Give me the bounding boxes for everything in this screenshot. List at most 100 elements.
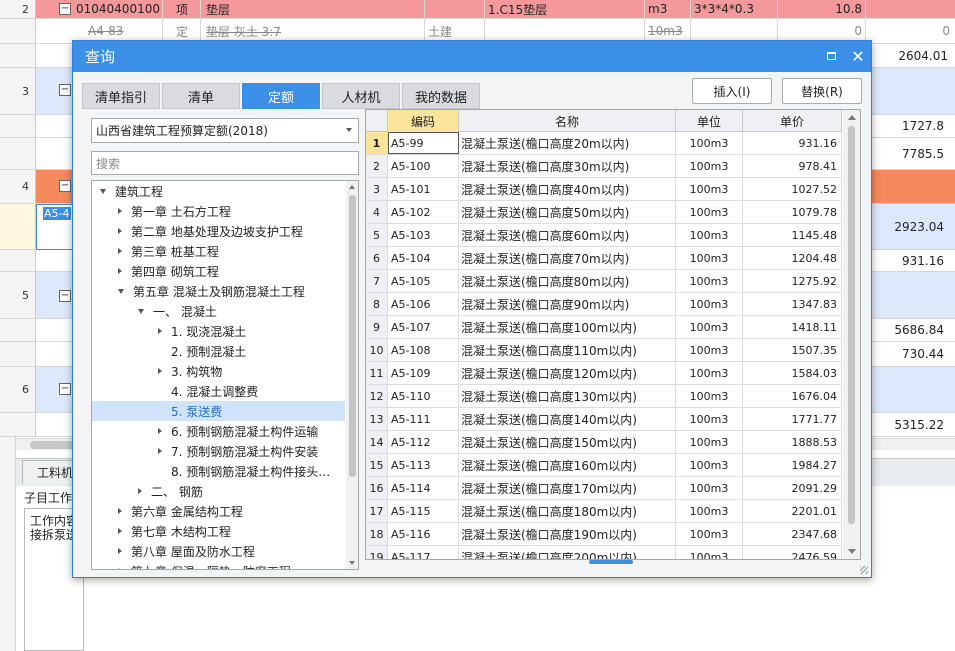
scroll-thumb[interactable] (848, 126, 855, 524)
tree-node[interactable]: 第三章 桩基工程 (92, 241, 345, 261)
table-row[interactable]: 10 A5-108 混凝土泵送(檐口高度110m以内) 100m3 1507.35 (366, 339, 842, 362)
tree-node[interactable]: 第二章 地基处理及边坡支护工程 (92, 221, 345, 241)
table-row[interactable]: 7 A5-105 混凝土泵送(檐口高度80m以内) 100m3 1275.92 (366, 270, 842, 293)
table-row[interactable]: 11 A5-109 混凝土泵送(檐口高度120m以内) 100m3 1584.03 (366, 362, 842, 385)
row-number: 5 (366, 224, 388, 246)
tree-scrollbar[interactable] (346, 181, 358, 569)
maximize-button[interactable] (821, 47, 841, 65)
tree-node[interactable]: 第一章 土石方工程 (92, 201, 345, 221)
tree-node[interactable]: 2. 预制混凝土 (92, 341, 345, 361)
table-row[interactable]: 8 A5-106 混凝土泵送(檐口高度90m以内) 100m3 1347.83 (366, 293, 842, 316)
tree-node[interactable]: 3. 构筑物 (92, 361, 345, 381)
tree-node[interactable]: 第七章 木结构工程 (92, 521, 345, 541)
tree-node[interactable]: 第九章 保温、隔热、防腐工程 (92, 561, 345, 569)
tree-node[interactable]: 4. 混凝土调整费 (92, 381, 345, 401)
item-price: 2923.04 (894, 219, 944, 234)
quota-price: 2091.29 (743, 477, 842, 499)
collapsed-triangle-icon[interactable] (158, 448, 162, 454)
tab-bill-guide[interactable]: 清单指引 (82, 83, 160, 109)
table-row[interactable]: 18 A5-116 混凝土泵送(檐口高度190m以内) 100m3 2347.68 (366, 523, 842, 546)
grid-scrollbar[interactable] (843, 110, 860, 559)
header-code[interactable]: 编码 (388, 110, 459, 132)
tab-my-data[interactable]: 我的数据 (402, 83, 480, 109)
quota-price: 931.16 (743, 132, 842, 154)
tree-node[interactable]: 二、 钢筋 (92, 481, 345, 501)
table-row[interactable]: 2 A5-100 混凝土泵送(檐口高度30m以内) 100m3 978.41 (366, 155, 842, 178)
tree-node[interactable]: 第四章 砌筑工程 (92, 261, 345, 281)
table-row[interactable]: 15 A5-113 混凝土泵送(檐口高度160m以内) 100m3 1984.27 (366, 454, 842, 477)
tree-node[interactable]: 一、 混凝土 (92, 301, 345, 321)
table-row[interactable]: 6 A5-104 混凝土泵送(檐口高度70m以内) 100m3 1204.48 (366, 247, 842, 270)
scroll-up-icon[interactable] (349, 185, 355, 189)
collapsed-triangle-icon[interactable] (118, 528, 122, 534)
table-row[interactable]: 5 A5-103 混凝土泵送(檐口高度60m以内) 100m3 1145.48 (366, 224, 842, 247)
table-row[interactable]: 19 A5-117 混凝土泵送(檐口高度200m以内) 100m3 2476.59 (366, 546, 842, 559)
header-name[interactable]: 名称 (459, 110, 676, 132)
quota-library-select[interactable]: 山西省建筑工程预算定额(2018) (91, 118, 359, 143)
table-row[interactable]: 17 A5-115 混凝土泵送(檐口高度180m以内) 100m3 2201.01 (366, 500, 842, 523)
scroll-down-icon[interactable] (848, 549, 856, 554)
insert-button[interactable]: 插入(I) (692, 78, 772, 104)
collapsed-triangle-icon[interactable] (118, 508, 122, 514)
table-row[interactable]: 4 A5-102 混凝土泵送(檐口高度50m以内) 100m3 1079.78 (366, 201, 842, 224)
expanded-triangle-icon[interactable] (100, 188, 106, 194)
collapse-toggle-icon[interactable]: − (59, 290, 71, 302)
chapter-tree: 建筑工程第一章 土石方工程 第二章 地基处理及边坡支护工程 第三章 桩基工程 第四章 … (91, 180, 359, 570)
scroll-thumb[interactable] (349, 195, 356, 477)
table-row[interactable]: 9 A5-107 混凝土泵送(檐口高度100m以内) 100m3 1418.11 (366, 316, 842, 339)
close-button[interactable]: ✕ (848, 47, 868, 66)
tree-node[interactable]: 5. 泵送费 (92, 401, 345, 421)
quota-price: 2201.01 (743, 500, 842, 522)
column-divider (690, 0, 691, 44)
collapsed-triangle-icon[interactable] (138, 488, 142, 494)
tab-quota[interactable]: 定额 (242, 83, 320, 109)
selected-cell[interactable]: A5-4 (36, 204, 74, 250)
tree-node[interactable]: 第八章 屋面及防水工程 (92, 541, 345, 561)
collapse-toggle-icon[interactable]: − (59, 84, 71, 96)
replace-button[interactable]: 替换(R) (782, 78, 862, 104)
table-row[interactable]: 1 A5-99 混凝土泵送(檐口高度20m以内) 100m3 931.16 (366, 132, 842, 155)
collapsed-triangle-icon[interactable] (118, 208, 122, 214)
tab-bill[interactable]: 清单 (162, 83, 240, 109)
tree-node[interactable]: 8. 预制钢筋混凝土构件接头… (92, 461, 345, 481)
panel-splitter-handle[interactable] (589, 560, 633, 564)
expanded-triangle-icon[interactable] (118, 288, 124, 294)
table-row[interactable]: 13 A5-111 混凝土泵送(檐口高度140m以内) 100m3 1771.77 (366, 408, 842, 431)
collapsed-triangle-icon[interactable] (118, 228, 122, 234)
collapse-toggle-icon[interactable]: − (59, 3, 71, 15)
tree-node[interactable]: 6. 预制钢筋混凝土构件运输 (92, 421, 345, 441)
collapse-toggle-icon[interactable]: − (59, 180, 71, 192)
collapsed-triangle-icon[interactable] (158, 368, 162, 374)
collapsed-triangle-icon[interactable] (118, 268, 122, 274)
table-row[interactable]: 2 − 010404001001 项 垫层 1.C15垫层 m3 3*3*4*0… (0, 0, 955, 19)
tree-node[interactable]: 建筑工程 (92, 181, 345, 201)
dialog-titlebar[interactable]: 查询 (73, 41, 871, 72)
quota-price: 1145.48 (743, 224, 842, 246)
tree-node[interactable]: 第五章 混凝土及钢筋混凝土工程 (92, 281, 345, 301)
collapsed-triangle-icon[interactable] (118, 568, 122, 569)
collapse-toggle-icon[interactable]: − (59, 383, 71, 395)
quota-price: 1984.27 (743, 454, 842, 476)
table-row[interactable]: 3 A5-101 混凝土泵送(檐口高度40m以内) 100m3 1027.52 (366, 178, 842, 201)
collapsed-triangle-icon[interactable] (158, 328, 162, 334)
header-unit[interactable]: 单位 (676, 110, 743, 132)
tab-labor-materials[interactable]: 工料机 (22, 460, 77, 484)
table-row[interactable]: 12 A5-110 混凝土泵送(檐口高度130m以内) 100m3 1676.04 (366, 385, 842, 408)
tab-labor-material-machine[interactable]: 人材机 (322, 83, 400, 109)
tree-node[interactable]: 第六章 金属结构工程 (92, 501, 345, 521)
tree-node-label: 建筑工程 (115, 184, 164, 199)
resize-grip-icon[interactable] (860, 566, 868, 574)
header-price[interactable]: 单价 (743, 110, 842, 132)
search-input[interactable]: 搜索 (91, 151, 359, 175)
collapsed-triangle-icon[interactable] (118, 248, 122, 254)
scroll-up-icon[interactable] (848, 115, 856, 120)
tree-node[interactable]: 7. 预制钢筋混凝土构件安装 (92, 441, 345, 461)
quota-price: 1418.11 (743, 316, 842, 338)
expanded-triangle-icon[interactable] (138, 308, 144, 314)
collapsed-triangle-icon[interactable] (158, 428, 162, 434)
scroll-down-icon[interactable] (349, 561, 355, 565)
table-row[interactable]: 14 A5-112 混凝土泵送(檐口高度150m以内) 100m3 1888.53 (366, 431, 842, 454)
table-row[interactable]: 16 A5-114 混凝土泵送(檐口高度170m以内) 100m3 2091.29 (366, 477, 842, 500)
tree-node[interactable]: 1. 现浇混凝土 (92, 321, 345, 341)
collapsed-triangle-icon[interactable] (118, 548, 122, 554)
